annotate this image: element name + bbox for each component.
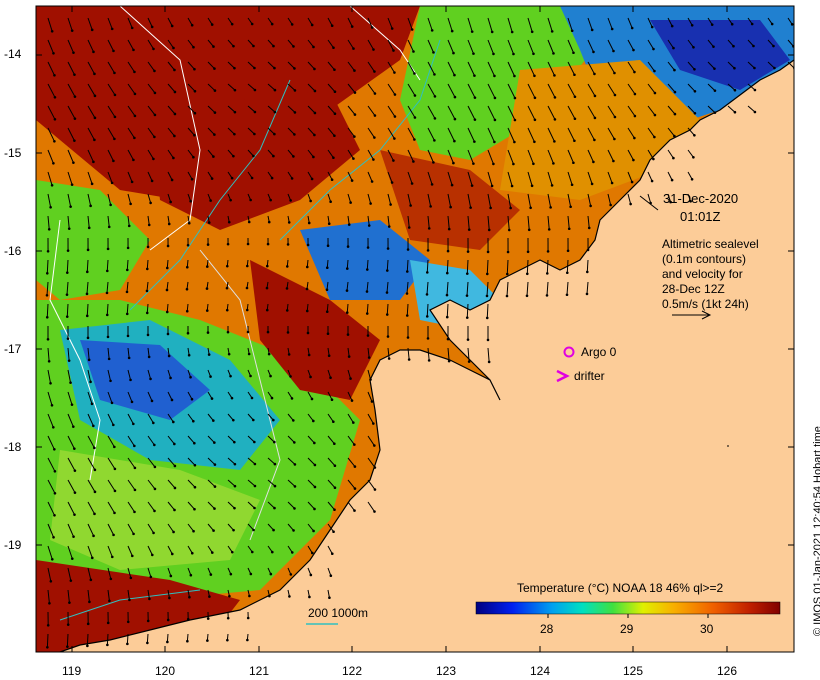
x-tick-label: 125 [623, 664, 644, 678]
x-tick-label: 126 [717, 664, 738, 678]
y-tick-label: -14 [4, 47, 22, 61]
altimetry-line: (0.1m contours) [662, 252, 747, 266]
x-tick-label: 123 [436, 664, 457, 678]
x-tick-label: 120 [155, 664, 176, 678]
altimetry-line: 28-Dec 12Z [662, 282, 725, 296]
drifter-label: drifter [574, 369, 605, 383]
x-tick-label: 122 [342, 664, 363, 678]
y-tick-label: -15 [4, 146, 22, 160]
argo-label: Argo 0 [581, 345, 617, 359]
y-tick-label: -16 [4, 244, 22, 258]
credit-text: © IMOS 01-Jan-2021 12:40:54 Hobart time [812, 426, 820, 636]
altimetry-line: and velocity for [662, 267, 743, 281]
y-tick-label: -17 [4, 342, 22, 356]
scale-label: 200 1000m [308, 606, 369, 620]
colorbar [475, 601, 781, 615]
y-tick-label: -19 [4, 538, 22, 552]
colorbar-tick-label: 30 [700, 622, 714, 636]
colorbar-title: Temperature (°C) NOAA 18 46% ql>=2 [517, 581, 724, 595]
colorbar-tick-label: 29 [620, 622, 634, 636]
altimetry-line: 0.5m/s (1kt 24h) [662, 297, 749, 311]
colorbar-tick-label: 28 [540, 622, 554, 636]
annotation-date: 31-Dec-2020 [663, 191, 739, 206]
sst-map [35, 5, 795, 653]
annotation-time: 01:01Z [680, 209, 721, 224]
y-tick-label: -18 [4, 440, 22, 454]
x-tick-label: 121 [249, 664, 270, 678]
x-tick-label: 119 [62, 664, 82, 678]
altimetry-line: Altimetric sealevel [662, 237, 759, 251]
x-tick-label: 124 [530, 664, 551, 678]
